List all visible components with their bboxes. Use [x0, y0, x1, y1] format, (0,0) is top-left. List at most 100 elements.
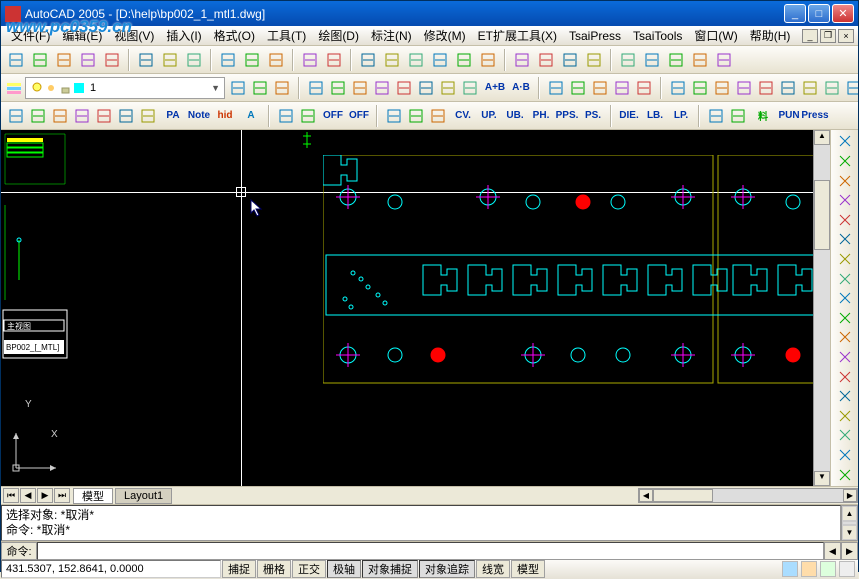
- std-button-16[interactable]: [429, 49, 451, 71]
- std-button-17[interactable]: [453, 49, 475, 71]
- mod-button-3[interactable]: [733, 77, 755, 99]
- prop-button-1[interactable]: [327, 77, 349, 99]
- std-button-21[interactable]: [559, 49, 581, 71]
- note-button[interactable]: Note: [187, 105, 211, 127]
- status-toggle-4[interactable]: 对象捕捉: [362, 560, 418, 578]
- command-input[interactable]: [37, 542, 824, 560]
- std-button-27[interactable]: [713, 49, 735, 71]
- minimize-button[interactable]: _: [784, 4, 806, 23]
- menu-draw[interactable]: 绘图(D): [312, 27, 365, 44]
- right-tool-button-13[interactable]: [833, 387, 857, 406]
- dim-button-4[interactable]: [633, 77, 655, 99]
- lb-button[interactable]: LB.: [643, 105, 667, 127]
- status-toggle-7[interactable]: 模型: [511, 560, 545, 578]
- mod-button-6[interactable]: [799, 77, 821, 99]
- std-button-15[interactable]: [405, 49, 427, 71]
- std-button-10[interactable]: [265, 49, 287, 71]
- vertical-scrollbar[interactable]: ▲ ▼: [813, 130, 830, 486]
- std-button-19[interactable]: [511, 49, 533, 71]
- right-tool-button-3[interactable]: [833, 191, 857, 210]
- tab-model[interactable]: 模型: [73, 488, 113, 504]
- std-button-7[interactable]: [183, 49, 205, 71]
- tab-nav-next[interactable]: ▶: [37, 488, 53, 503]
- mod-button-8[interactable]: [843, 77, 858, 99]
- status-toggle-2[interactable]: 正交: [292, 560, 326, 578]
- menu-insert[interactable]: 插入(I): [160, 27, 207, 44]
- menu-modify[interactable]: 修改(M): [418, 27, 472, 44]
- doc-close-button[interactable]: ×: [838, 29, 854, 43]
- dim-button-0[interactable]: [545, 77, 567, 99]
- tsai-end-button-0[interactable]: [705, 105, 727, 127]
- menu-edit[interactable]: 编辑(E): [56, 27, 108, 44]
- mod-button-0[interactable]: [667, 77, 689, 99]
- dim-button-1[interactable]: [567, 77, 589, 99]
- doc-restore-button[interactable]: ❐: [820, 29, 836, 43]
- std-button-18[interactable]: [477, 49, 499, 71]
- std-button-22[interactable]: [583, 49, 605, 71]
- ps-button[interactable]: PS.: [581, 105, 605, 127]
- coordinates-display[interactable]: 431.5307, 152.8641, 0.0000: [1, 560, 221, 578]
- mod-button-1[interactable]: [689, 77, 711, 99]
- tsai-mid-button-0[interactable]: [275, 105, 297, 127]
- tab-nav-first[interactable]: ⏮: [3, 488, 19, 503]
- std-button-8[interactable]: [217, 49, 239, 71]
- std-button-1[interactable]: [29, 49, 51, 71]
- off1-button[interactable]: OFF: [321, 105, 345, 127]
- right-tool-button-4[interactable]: [833, 210, 857, 229]
- tab-layout1[interactable]: Layout1: [115, 488, 172, 504]
- tray-icon[interactable]: [801, 561, 817, 577]
- std-button-5[interactable]: [135, 49, 157, 71]
- prop-button-5[interactable]: [415, 77, 437, 99]
- mod-button-5[interactable]: [777, 77, 799, 99]
- std-button-2[interactable]: [53, 49, 75, 71]
- mod-button-4[interactable]: [755, 77, 777, 99]
- std-button-12[interactable]: [323, 49, 345, 71]
- command-scrollbar[interactable]: ▲▼: [841, 505, 858, 541]
- menu-format[interactable]: 格式(O): [208, 27, 261, 44]
- menu-tools[interactable]: 工具(T): [261, 27, 312, 44]
- right-tool-button-12[interactable]: [833, 367, 857, 386]
- ab-sum-button[interactable]: A+B: [483, 77, 507, 99]
- status-toggle-3[interactable]: 极轴: [327, 560, 361, 578]
- command-scroll-left[interactable]: ◀: [824, 542, 841, 560]
- tsai-ic-button-2[interactable]: [427, 105, 449, 127]
- layer-dropdown[interactable]: 1 ▼: [25, 77, 225, 99]
- std-button-14[interactable]: [381, 49, 403, 71]
- hid-button[interactable]: hid: [213, 105, 237, 127]
- tab-nav-last[interactable]: ⏭: [54, 488, 70, 503]
- liao-button[interactable]: 料: [751, 105, 775, 127]
- layerextra-button-2[interactable]: [271, 77, 293, 99]
- dim-button-2[interactable]: [589, 77, 611, 99]
- ph-button[interactable]: PH.: [529, 105, 553, 127]
- prop-button-7[interactable]: [459, 77, 481, 99]
- layerextra-button-1[interactable]: [249, 77, 271, 99]
- right-tool-button-9[interactable]: [833, 308, 857, 327]
- doc-minimize-button[interactable]: _: [802, 29, 818, 43]
- tsai-ic-button-1[interactable]: [405, 105, 427, 127]
- std-button-6[interactable]: [159, 49, 181, 71]
- right-tool-button-0[interactable]: [833, 132, 857, 151]
- prop-button-3[interactable]: [371, 77, 393, 99]
- tsai-pre-button-6[interactable]: [137, 105, 159, 127]
- std-button-24[interactable]: [641, 49, 663, 71]
- status-toggle-0[interactable]: 捕捉: [222, 560, 256, 578]
- maximize-button[interactable]: □: [808, 4, 830, 23]
- tsai-pre-button-4[interactable]: [93, 105, 115, 127]
- right-tool-button-16[interactable]: [833, 446, 857, 465]
- tsai-pre-button-3[interactable]: [71, 105, 93, 127]
- tsai-pre-button-1[interactable]: [27, 105, 49, 127]
- mod-button-2[interactable]: [711, 77, 733, 99]
- mod-button-7[interactable]: [821, 77, 843, 99]
- tray-icon[interactable]: [820, 561, 836, 577]
- tsai-end-button-1[interactable]: [727, 105, 749, 127]
- a-button[interactable]: A: [239, 105, 263, 127]
- tsai-pre-button-5[interactable]: [115, 105, 137, 127]
- tab-nav-prev[interactable]: ◀: [20, 488, 36, 503]
- std-button-3[interactable]: [77, 49, 99, 71]
- tsai-pre-button-2[interactable]: [49, 105, 71, 127]
- std-button-9[interactable]: [241, 49, 263, 71]
- off2-button[interactable]: OFF: [347, 105, 371, 127]
- std-button-23[interactable]: [617, 49, 639, 71]
- right-tool-button-10[interactable]: [833, 328, 857, 347]
- std-button-4[interactable]: [101, 49, 123, 71]
